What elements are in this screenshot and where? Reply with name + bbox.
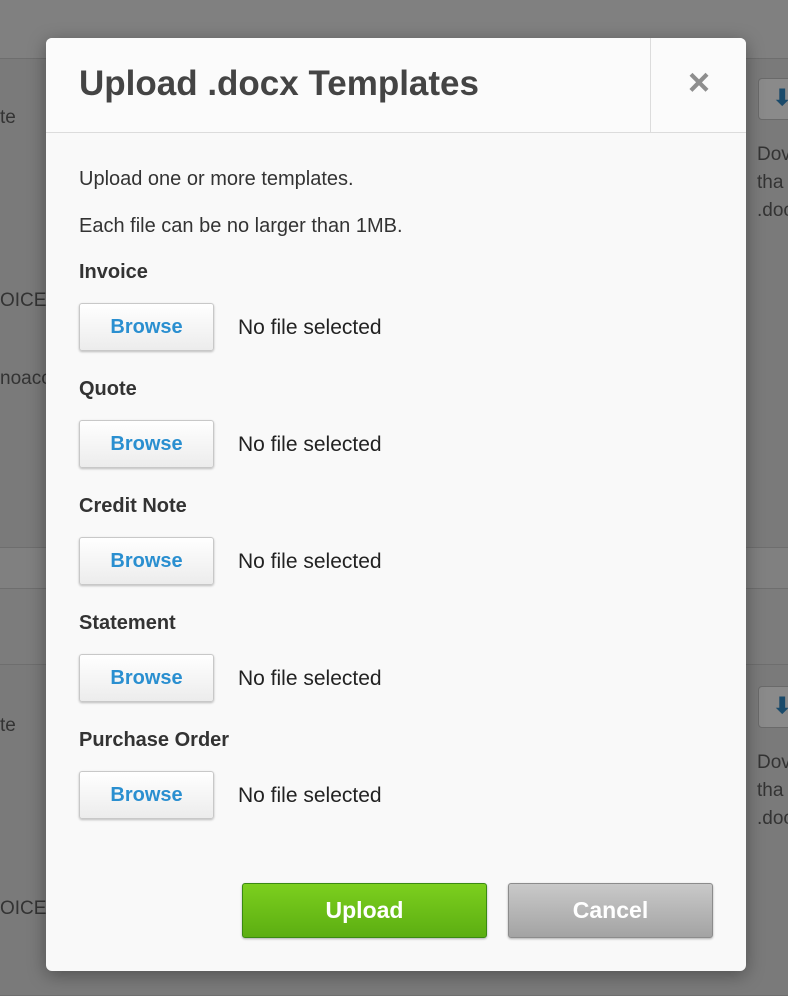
template-label: Invoice — [79, 261, 148, 283]
close-button[interactable]: × — [650, 38, 746, 132]
template-statement: Statement Browse No file selected — [79, 612, 719, 729]
upload-button[interactable]: Upload — [242, 883, 487, 938]
dialog-header: Upload .docx Templates × — [46, 38, 746, 133]
upload-templates-dialog: Upload .docx Templates × Upload one or m… — [46, 38, 746, 971]
size-limit-text: Each file can be no larger than 1MB. — [79, 215, 403, 237]
file-status: No file selected — [238, 550, 382, 573]
file-status: No file selected — [238, 667, 382, 690]
template-label: Credit Note — [79, 495, 187, 517]
template-credit-note: Credit Note Browse No file selected — [79, 495, 719, 612]
file-status: No file selected — [238, 316, 382, 339]
template-label: Quote — [79, 378, 137, 400]
file-status: No file selected — [238, 784, 382, 807]
close-icon[interactable]: × — [651, 62, 746, 105]
template-label: Statement — [79, 612, 176, 634]
template-invoice: Invoice Browse No file selected — [79, 261, 719, 378]
browse-button-credit-note[interactable]: Browse — [79, 537, 214, 585]
browse-button-invoice[interactable]: Browse — [79, 303, 214, 351]
file-status: No file selected — [238, 433, 382, 456]
template-label: Purchase Order — [79, 729, 230, 751]
browse-button-statement[interactable]: Browse — [79, 654, 214, 702]
browse-button-purchase-order[interactable]: Browse — [79, 771, 214, 819]
template-quote: Quote Browse No file selected — [79, 378, 719, 495]
browse-button-quote[interactable]: Browse — [79, 420, 214, 468]
intro-text: Upload one or more templates. — [79, 168, 354, 190]
template-purchase-order: Purchase Order Browse No file selected — [79, 729, 719, 846]
dialog-title: Upload .docx Templates — [79, 64, 479, 103]
cancel-button[interactable]: Cancel — [508, 883, 713, 938]
